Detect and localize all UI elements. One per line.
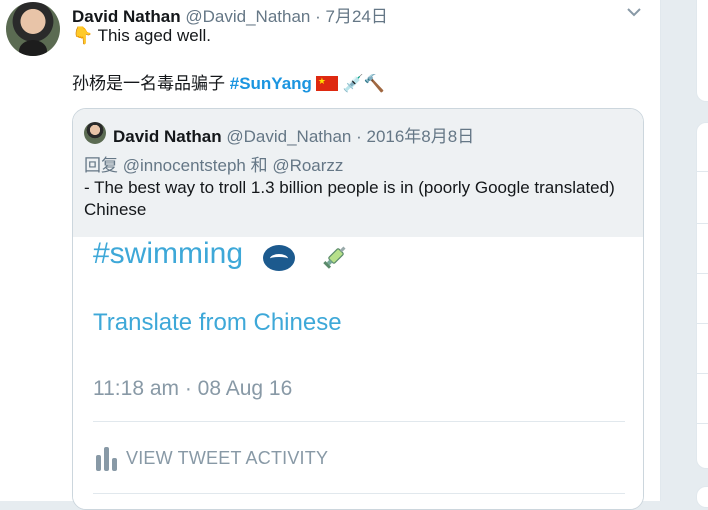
sidebar-separator — [697, 323, 708, 324]
tweet-card[interactable]: David Nathan @David_Nathan · 7月24日 👇 Thi… — [0, 0, 661, 510]
reply-prefix: 回复 — [84, 156, 123, 175]
swimming-icon — [263, 245, 295, 271]
sidebar-separator — [697, 373, 708, 374]
divider — [93, 421, 625, 422]
quoted-tweet-text: - The best way to troll 1.3 billion peop… — [84, 178, 615, 219]
quoted-tweet-header-area: David Nathan @David_Nathan · 2016年8月8日 回… — [73, 109, 643, 237]
author-avatar[interactable] — [6, 2, 60, 56]
sidebar-widget-top — [696, 0, 708, 102]
chevron-down-icon[interactable] — [626, 6, 642, 18]
tweet-text: This aged well. — [97, 26, 211, 45]
reply-context: 回复 @innocentsteph 和 @Roarzz — [84, 151, 343, 176]
bar-chart-icon — [96, 447, 117, 471]
tweet-date[interactable]: · 7月24日 — [315, 7, 388, 26]
quoted-author-name: David Nathan — [113, 127, 222, 146]
sidebar-widget-list — [696, 122, 708, 469]
screenshot-timestamp: 11:18 am · 08 Aug 16 — [93, 377, 293, 400]
reply-and: 和 — [245, 156, 273, 175]
quoted-author-handle: @David_Nathan — [226, 127, 352, 146]
reply-user-innocentsteph: @innocentsteph — [122, 156, 246, 175]
syringe-hammer-emoji-icon: 💉🔨 — [337, 74, 385, 93]
pointing-down-emoji-icon: 👇 — [72, 26, 94, 45]
quoted-author-avatar — [84, 122, 106, 144]
quoted-tweet-header: David Nathan @David_Nathan · 2016年8月8日 — [113, 122, 474, 147]
translate-link: Translate from Chinese — [93, 309, 342, 336]
author-handle[interactable]: @David_Nathan — [185, 7, 310, 26]
tweet-text-line1: 👇 This aged well. — [72, 26, 211, 46]
quoted-tweet[interactable]: David Nathan @David_Nathan · 2016年8月8日 回… — [72, 108, 644, 510]
china-flag-icon — [315, 76, 338, 91]
sidebar-separator — [697, 423, 708, 424]
quoted-tweet-date: · 2016年8月8日 — [356, 127, 475, 146]
hashtag-link-sunyang[interactable]: #SunYang — [230, 74, 312, 93]
tweet-header: David Nathan @David_Nathan · 7月24日 — [72, 2, 388, 26]
author-name[interactable]: David Nathan — [72, 7, 181, 26]
chinese-text: 孙杨是一名毒品骗子 — [72, 74, 230, 93]
sidebar-separator — [697, 223, 708, 224]
sidebar-widget-bottom — [696, 486, 708, 508]
screenshot-hashtag-swimming: #swimming — [93, 237, 244, 270]
view-tweet-activity-label: VIEW TWEET ACTIVITY — [126, 448, 329, 468]
sidebar-separator — [697, 171, 708, 172]
syringe-icon — [323, 246, 346, 269]
sidebar-separator — [697, 273, 708, 274]
divider — [93, 493, 625, 494]
embedded-screenshot: #swimming Translate from Chinese 11:18 a… — [73, 237, 643, 509]
tweet-text-line2: 孙杨是一名毒品骗子 #SunYang 💉🔨 — [72, 69, 385, 94]
reply-user-roarzz: @Roarzz — [272, 156, 344, 175]
